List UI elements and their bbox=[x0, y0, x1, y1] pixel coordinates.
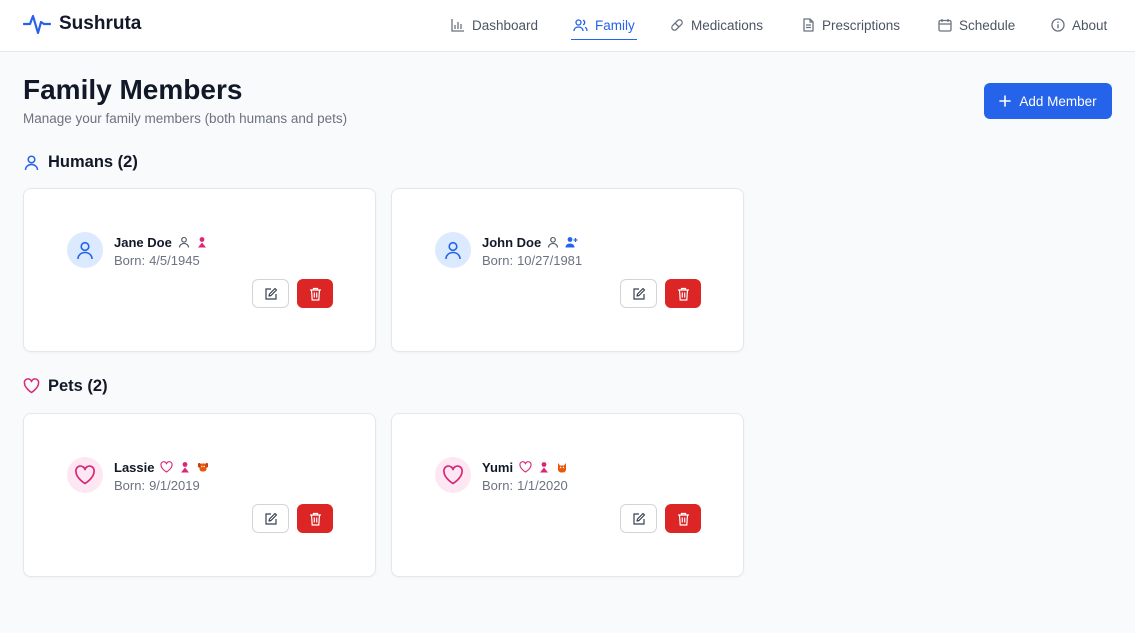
avatar bbox=[67, 457, 103, 493]
user-icon bbox=[77, 241, 93, 260]
member-name-row: Jane Doe bbox=[114, 234, 208, 250]
member-name: Lassie bbox=[114, 459, 155, 475]
human-type-icon bbox=[178, 236, 189, 248]
trash-icon bbox=[677, 287, 689, 301]
users-icon bbox=[573, 19, 588, 32]
delete-button[interactable] bbox=[297, 279, 333, 308]
pets-section-title: Pets (2) bbox=[48, 376, 108, 395]
delete-button[interactable] bbox=[297, 504, 333, 533]
delete-button[interactable] bbox=[665, 279, 701, 308]
member-card: Yumi Born: 1/1/2020 bbox=[391, 413, 744, 577]
member-card: John Doe Born: 10/27/1981 bbox=[391, 188, 744, 352]
user-icon bbox=[445, 241, 461, 260]
plus-icon bbox=[999, 95, 1012, 107]
bar-chart-icon bbox=[451, 19, 464, 32]
human-type-icon bbox=[548, 236, 559, 248]
trash-icon bbox=[309, 287, 321, 301]
nav-family[interactable]: Family bbox=[571, 14, 637, 40]
add-member-button[interactable]: Add Member bbox=[984, 83, 1112, 119]
cat-icon bbox=[558, 463, 567, 473]
activity-logo-icon bbox=[23, 14, 51, 35]
brand[interactable]: Sushruta bbox=[23, 10, 141, 38]
app-name: Sushruta bbox=[59, 13, 142, 34]
member-name-row: John Doe bbox=[482, 234, 578, 250]
user-icon bbox=[24, 154, 39, 170]
avatar bbox=[435, 457, 471, 493]
edit-button[interactable] bbox=[620, 279, 657, 308]
female-gender-icon bbox=[181, 462, 190, 473]
female-gender-icon bbox=[540, 462, 549, 473]
humans-section-heading: Humans (2) bbox=[23, 151, 138, 173]
edit-icon bbox=[632, 287, 645, 300]
page-subtitle: Manage your family members (both humans … bbox=[23, 111, 348, 126]
edit-button[interactable] bbox=[252, 504, 289, 533]
member-name: Jane Doe bbox=[114, 234, 172, 250]
add-member-label: Add Member bbox=[1019, 93, 1097, 109]
pets-section-heading: Pets (2) bbox=[23, 375, 108, 397]
female-gender-icon bbox=[197, 237, 206, 248]
member-born: Born: 4/5/1945 bbox=[114, 253, 200, 268]
member-card: Lassie Born: 9/1/2019 bbox=[23, 413, 376, 577]
info-icon bbox=[1051, 18, 1065, 32]
trash-icon bbox=[677, 512, 689, 526]
humans-section-title: Humans (2) bbox=[48, 152, 138, 171]
member-born: Born: 9/1/2019 bbox=[114, 478, 200, 493]
male-gender-icon bbox=[565, 237, 578, 248]
nav-prescriptions-label: Prescriptions bbox=[822, 17, 901, 33]
nav-family-label: Family bbox=[595, 17, 635, 33]
pill-icon bbox=[671, 19, 683, 31]
pet-type-heart-icon bbox=[519, 461, 532, 473]
member-name-row: Yumi bbox=[482, 459, 568, 475]
edit-icon bbox=[632, 512, 645, 525]
heart-icon bbox=[75, 465, 95, 485]
edit-icon bbox=[264, 512, 277, 525]
nav-about[interactable]: About bbox=[1051, 14, 1107, 36]
dog-icon bbox=[198, 463, 209, 472]
member-name-row: Lassie bbox=[114, 459, 209, 475]
pet-type-heart-icon bbox=[160, 461, 174, 473]
nav-medications-label: Medications bbox=[691, 17, 764, 33]
nav-about-label: About bbox=[1072, 17, 1108, 33]
member-born: Born: 10/27/1981 bbox=[482, 253, 583, 268]
nav-dashboard-label: Dashboard bbox=[472, 17, 539, 33]
heart-icon bbox=[23, 378, 40, 394]
nav-medications[interactable]: Medications bbox=[670, 14, 763, 36]
calendar-icon bbox=[938, 19, 952, 32]
nav-schedule[interactable]: Schedule bbox=[938, 14, 1015, 36]
member-name: Yumi bbox=[482, 459, 514, 475]
page-title: Family Members bbox=[23, 74, 243, 105]
edit-button[interactable] bbox=[252, 279, 289, 308]
trash-icon bbox=[309, 512, 321, 526]
member-card: Jane Doe Born: 4/5/1945 bbox=[23, 188, 376, 352]
document-icon bbox=[803, 18, 814, 32]
heart-icon bbox=[443, 465, 463, 485]
member-born: Born: 1/1/2020 bbox=[482, 478, 568, 493]
edit-icon bbox=[264, 287, 277, 300]
avatar bbox=[435, 232, 471, 268]
edit-button[interactable] bbox=[620, 504, 657, 533]
nav-schedule-label: Schedule bbox=[959, 17, 1016, 33]
top-navigation-bar: Sushruta Dashboard Family Medications Pr… bbox=[0, 0, 1135, 52]
member-name: John Doe bbox=[482, 234, 542, 250]
nav-dashboard[interactable]: Dashboard bbox=[451, 14, 538, 36]
delete-button[interactable] bbox=[665, 504, 701, 533]
nav-prescriptions[interactable]: Prescriptions bbox=[802, 14, 900, 36]
avatar bbox=[67, 232, 103, 268]
